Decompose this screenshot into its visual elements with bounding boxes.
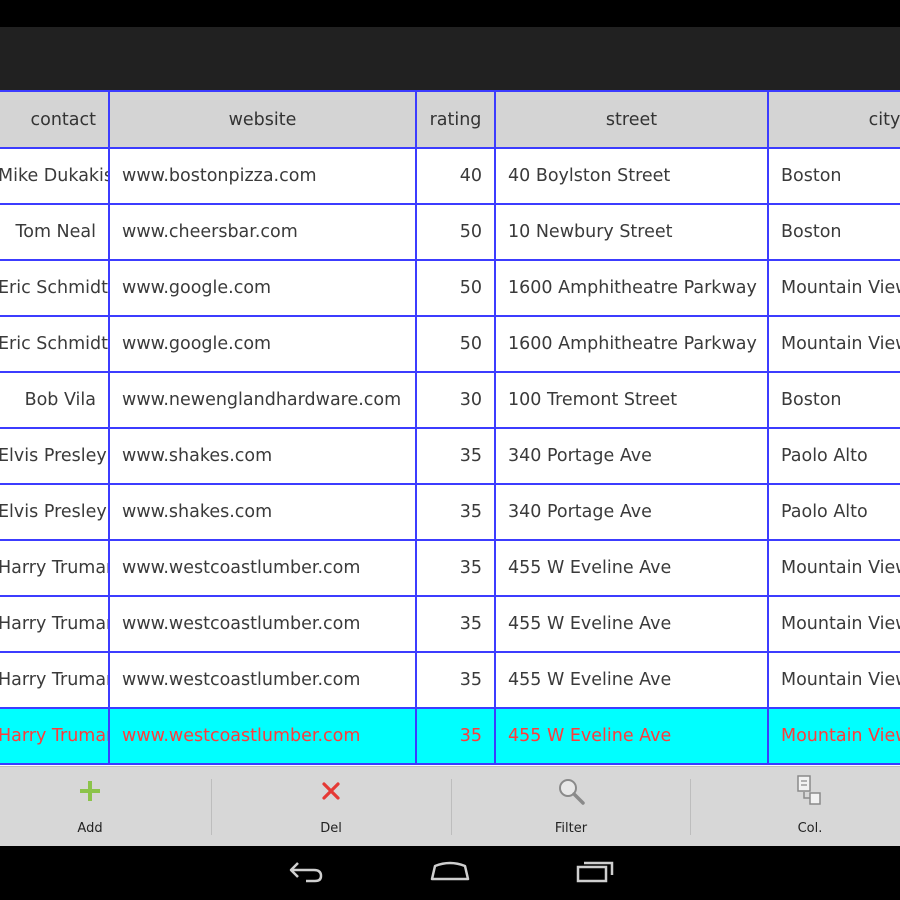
home-icon — [429, 859, 471, 887]
back-button[interactable] — [276, 856, 336, 890]
column-header-rating[interactable]: rating — [415, 90, 496, 149]
cell-city[interactable]: Boston — [767, 203, 900, 261]
cell-rating[interactable]: 50 — [415, 315, 496, 373]
navigation-bar — [0, 846, 900, 900]
cell-contact[interactable]: Harry Truman — [0, 651, 110, 709]
cell-street[interactable]: 455 W Eveline Ave — [494, 539, 769, 597]
back-icon — [286, 859, 326, 887]
close-icon — [320, 773, 342, 809]
home-button[interactable] — [420, 856, 480, 890]
table-row[interactable]: Bob Vila www.newenglandhardware.com 30 100 … — [0, 371, 900, 429]
recents-button[interactable] — [565, 856, 625, 890]
table-row[interactable]: Harry Truman www.westcoastlumber.com 35 455… — [0, 539, 900, 597]
cell-rating[interactable]: 50 — [415, 203, 496, 261]
add-button[interactable]: Add — [0, 767, 209, 847]
action-bar — [0, 27, 900, 90]
cell-website[interactable]: www.westcoastlumber.com — [108, 539, 417, 597]
cell-rating[interactable]: 35 — [415, 707, 496, 765]
status-bar — [0, 0, 900, 27]
cell-rating[interactable]: 35 — [415, 651, 496, 709]
data-grid[interactable]: contact website rating street city Mike … — [0, 90, 900, 766]
cell-city[interactable]: Mountain View — [767, 595, 900, 653]
column-header-contact[interactable]: contact — [0, 90, 110, 149]
cell-website[interactable]: www.westcoastlumber.com — [108, 707, 417, 765]
cell-street[interactable]: 1600 Amphitheatre Parkway — [494, 315, 769, 373]
column-header-street[interactable]: street — [494, 90, 769, 149]
column-header-city[interactable]: city — [767, 90, 900, 149]
cell-city[interactable]: Mountain View — [767, 539, 900, 597]
cell-contact[interactable]: Eric Schmidt — [0, 259, 110, 317]
cell-contact[interactable]: Harry Truman — [0, 539, 110, 597]
cell-city[interactable]: Paolo Alto — [767, 483, 900, 541]
records-table: contact website rating street city Mike … — [0, 90, 900, 765]
cell-city[interactable]: Mountain View — [767, 315, 900, 373]
cell-rating[interactable]: 40 — [415, 147, 496, 205]
filter-label: Filter — [554, 821, 588, 836]
cell-street[interactable]: 10 Newbury Street — [494, 203, 769, 261]
delete-button[interactable]: Del — [212, 767, 450, 847]
cell-website[interactable]: www.newenglandhardware.com — [108, 371, 417, 429]
add-label: Add — [77, 821, 103, 836]
columns-icon — [795, 773, 825, 809]
cell-street[interactable]: 455 W Eveline Ave — [494, 651, 769, 709]
table-row[interactable]: Mike Dukakis www.bostonpizza.com 40 40 Boyl… — [0, 147, 900, 205]
table-row[interactable]: Harry Truman www.westcoastlumber.com 35 455… — [0, 651, 900, 709]
cell-street[interactable]: 40 Boylston Street — [494, 147, 769, 205]
columns-button[interactable]: Col. — [691, 767, 900, 847]
cell-contact[interactable]: Harry Truman — [0, 707, 110, 765]
cell-city[interactable]: Boston — [767, 371, 900, 429]
table-row[interactable]: Eric Schmidt www.google.com 50 1600 Amphith… — [0, 259, 900, 317]
table-row[interactable]: Harry Truman www.westcoastlumber.com 35 455… — [0, 707, 900, 765]
cell-contact[interactable]: Harry Truman — [0, 595, 110, 653]
cell-website[interactable]: www.shakes.com — [108, 427, 417, 485]
cell-city[interactable]: Boston — [767, 147, 900, 205]
header-row: contact website rating street city — [0, 90, 900, 149]
cell-rating[interactable]: 50 — [415, 259, 496, 317]
cell-city[interactable]: Mountain View — [767, 651, 900, 709]
col-label: Col. — [797, 821, 823, 836]
cell-contact[interactable]: Bob Vila — [0, 371, 110, 429]
filter-button[interactable]: Filter — [452, 767, 690, 847]
cell-city[interactable]: Mountain View — [767, 259, 900, 317]
cell-website[interactable]: www.shakes.com — [108, 483, 417, 541]
cell-city[interactable]: Mountain View — [767, 707, 900, 765]
cell-city[interactable]: Paolo Alto — [767, 427, 900, 485]
cell-contact[interactable]: Elvis Presley — [0, 427, 110, 485]
table-row[interactable]: Elvis Presley www.shakes.com 35 340 Portage… — [0, 483, 900, 541]
cell-rating[interactable]: 35 — [415, 595, 496, 653]
cell-website[interactable]: www.westcoastlumber.com — [108, 595, 417, 653]
magnifier-icon — [556, 773, 586, 809]
cell-contact[interactable]: Elvis Presley — [0, 483, 110, 541]
table-row[interactable]: Harry Truman www.westcoastlumber.com 35 455… — [0, 595, 900, 653]
cell-contact[interactable]: Eric Schmidt — [0, 315, 110, 373]
column-header-website[interactable]: website — [108, 90, 417, 149]
cell-website[interactable]: www.bostonpizza.com — [108, 147, 417, 205]
table-row[interactable]: Elvis Presley www.shakes.com 35 340 Portage… — [0, 427, 900, 485]
del-label: Del — [320, 821, 342, 836]
cell-website[interactable]: www.westcoastlumber.com — [108, 651, 417, 709]
cell-street[interactable]: 340 Portage Ave — [494, 483, 769, 541]
cell-street[interactable]: 1600 Amphitheatre Parkway — [494, 259, 769, 317]
bottom-toolbar: Add Del Filter Col. — [0, 766, 900, 847]
cell-contact[interactable]: Tom Neal — [0, 203, 110, 261]
recents-icon — [574, 858, 616, 888]
cell-rating[interactable]: 35 — [415, 483, 496, 541]
cell-street[interactable]: 455 W Eveline Ave — [494, 595, 769, 653]
cell-website[interactable]: www.google.com — [108, 259, 417, 317]
cell-rating[interactable]: 35 — [415, 539, 496, 597]
cell-website[interactable]: www.cheersbar.com — [108, 203, 417, 261]
cell-website[interactable]: www.google.com — [108, 315, 417, 373]
cell-contact[interactable]: Mike Dukakis — [0, 147, 110, 205]
plus-icon — [78, 773, 102, 809]
table-row[interactable]: Eric Schmidt www.google.com 50 1600 Amphith… — [0, 315, 900, 373]
cell-rating[interactable]: 30 — [415, 371, 496, 429]
table-row[interactable]: Tom Neal www.cheersbar.com 50 10 Newbury St… — [0, 203, 900, 261]
cell-street[interactable]: 455 W Eveline Ave — [494, 707, 769, 765]
cell-rating[interactable]: 35 — [415, 427, 496, 485]
cell-street[interactable]: 100 Tremont Street — [494, 371, 769, 429]
cell-street[interactable]: 340 Portage Ave — [494, 427, 769, 485]
